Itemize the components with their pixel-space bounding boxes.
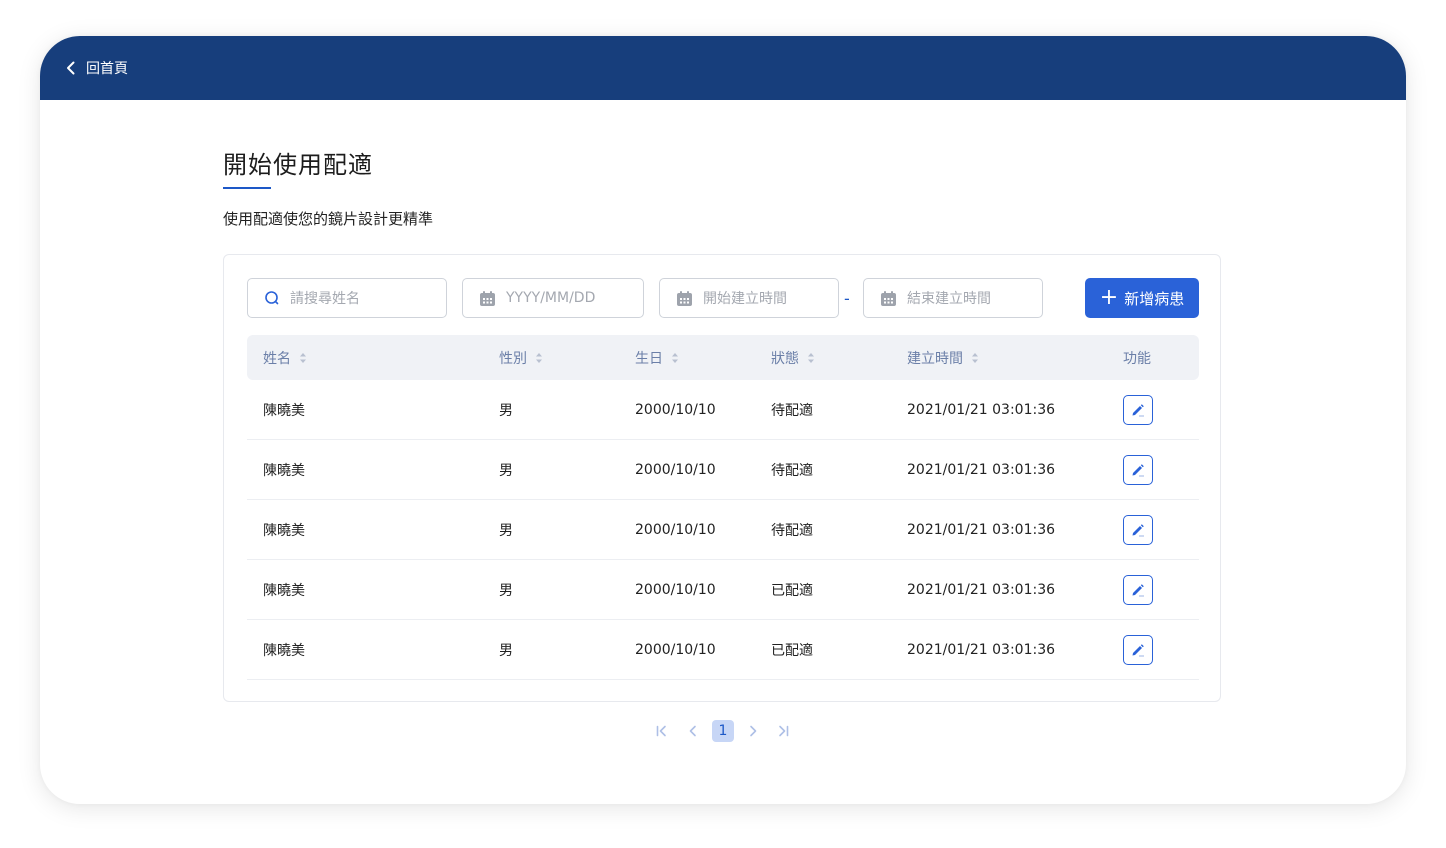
search-input[interactable]: 請搜尋姓名 [247, 278, 447, 318]
cell-birthday: 2000/10/10 [635, 521, 716, 538]
column-header-status[interactable]: 狀態 [771, 335, 815, 380]
cell-created: 2021/01/21 03:01:36 [907, 581, 1056, 598]
cell-name: 陳曉美 [263, 402, 305, 419]
cell-status: 待配適 [771, 522, 813, 539]
plus-icon: + [1099, 285, 1119, 310]
calendar-icon [479, 290, 496, 307]
sort-icon[interactable] [807, 352, 815, 364]
cell-status: 待配適 [771, 402, 813, 419]
add-patient-button[interactable]: + 新增病患 [1085, 278, 1199, 318]
cell-created: 2021/01/21 03:01:36 [907, 641, 1056, 658]
calendar-icon [880, 290, 897, 307]
cell-gender: 男 [499, 522, 513, 539]
edit-button[interactable] [1123, 515, 1153, 545]
column-label: 狀態 [771, 350, 799, 367]
column-label: 性別 [499, 350, 527, 367]
column-label: 姓名 [263, 350, 291, 367]
cell-gender: 男 [499, 462, 513, 479]
birth-date-input[interactable]: YYYY/MM/DD [462, 278, 644, 318]
table-header: 姓名 性別 生日 狀態 建立時間 功能 [247, 335, 1199, 380]
edit-button[interactable] [1123, 395, 1153, 425]
sort-icon[interactable] [535, 352, 543, 364]
cell-gender: 男 [499, 582, 513, 599]
page-number-current[interactable]: 1 [712, 720, 734, 742]
next-page-icon[interactable] [745, 720, 761, 742]
sort-icon[interactable] [299, 352, 307, 364]
start-date-input[interactable]: 開始建立時間 [659, 278, 839, 318]
chevron-left-icon [67, 61, 75, 75]
cell-name: 陳曉美 [263, 462, 305, 479]
column-header-name[interactable]: 姓名 [263, 335, 307, 380]
start-date-placeholder: 開始建立時間 [703, 291, 787, 307]
column-header-created[interactable]: 建立時間 [907, 335, 979, 380]
pencil-icon [1132, 644, 1144, 657]
birth-date-placeholder: YYYY/MM/DD [506, 290, 596, 306]
title-underline [223, 187, 271, 189]
search-icon [264, 290, 280, 306]
cell-created: 2021/01/21 03:01:36 [907, 521, 1056, 538]
pencil-icon [1132, 524, 1144, 537]
cell-birthday: 2000/10/10 [635, 401, 716, 418]
edit-button[interactable] [1123, 575, 1153, 605]
cell-status: 已配適 [771, 582, 813, 599]
cell-birthday: 2000/10/10 [635, 461, 716, 478]
pencil-icon [1132, 584, 1144, 597]
sort-icon[interactable] [971, 352, 979, 364]
pencil-icon [1132, 404, 1144, 417]
sort-icon[interactable] [671, 352, 679, 364]
main-card: 回首頁 開始使用配適 使用配適使您的鏡片設計更精準 請搜尋姓名 YYYY/MM/… [40, 36, 1406, 804]
pencil-icon [1132, 464, 1144, 477]
search-placeholder: 請搜尋姓名 [290, 291, 360, 307]
cell-name: 陳曉美 [263, 522, 305, 539]
calendar-icon [676, 290, 693, 307]
patient-list-panel: 請搜尋姓名 YYYY/MM/DD 開始建立時間 - 結束建立時間 + 新增病患 [223, 254, 1221, 702]
cell-name: 陳曉美 [263, 582, 305, 599]
end-date-placeholder: 結束建立時間 [907, 291, 991, 307]
cell-birthday: 2000/10/10 [635, 641, 716, 658]
table-row: 陳曉美 男 2000/10/10 待配適 2021/01/21 03:01:36 [247, 500, 1199, 560]
page-title: 開始使用配適 [223, 151, 373, 179]
back-label: 回首頁 [86, 61, 128, 77]
cell-birthday: 2000/10/10 [635, 581, 716, 598]
edit-button[interactable] [1123, 455, 1153, 485]
cell-status: 待配適 [771, 462, 813, 479]
column-label: 建立時間 [907, 350, 963, 367]
cell-gender: 男 [499, 642, 513, 659]
add-patient-label: 新增病患 [1124, 289, 1185, 308]
cell-created: 2021/01/21 03:01:36 [907, 401, 1056, 418]
cell-name: 陳曉美 [263, 642, 305, 659]
end-date-input[interactable]: 結束建立時間 [863, 278, 1043, 318]
date-range-separator: - [844, 289, 850, 308]
column-header-gender[interactable]: 性別 [499, 335, 543, 380]
table-row: 陳曉美 男 2000/10/10 已配適 2021/01/21 03:01:36 [247, 620, 1199, 680]
last-page-icon[interactable] [775, 720, 791, 742]
column-header-actions: 功能 [1123, 335, 1151, 380]
column-header-birthday[interactable]: 生日 [635, 335, 679, 380]
table-row: 陳曉美 男 2000/10/10 待配適 2021/01/21 03:01:36 [247, 440, 1199, 500]
first-page-icon[interactable] [654, 720, 670, 742]
page-subtitle: 使用配適使您的鏡片設計更精準 [223, 210, 434, 228]
top-bar: 回首頁 [40, 36, 1406, 100]
column-label: 生日 [635, 350, 663, 367]
table-row: 陳曉美 男 2000/10/10 待配適 2021/01/21 03:01:36 [247, 380, 1199, 440]
column-label: 功能 [1123, 350, 1151, 367]
prev-page-icon[interactable] [685, 720, 701, 742]
cell-status: 已配適 [771, 642, 813, 659]
cell-gender: 男 [499, 402, 513, 419]
cell-created: 2021/01/21 03:01:36 [907, 461, 1056, 478]
table-row: 陳曉美 男 2000/10/10 已配適 2021/01/21 03:01:36 [247, 560, 1199, 620]
edit-button[interactable] [1123, 635, 1153, 665]
back-to-home-link[interactable]: 回首頁 [66, 58, 128, 78]
pagination: 1 [40, 720, 1406, 744]
